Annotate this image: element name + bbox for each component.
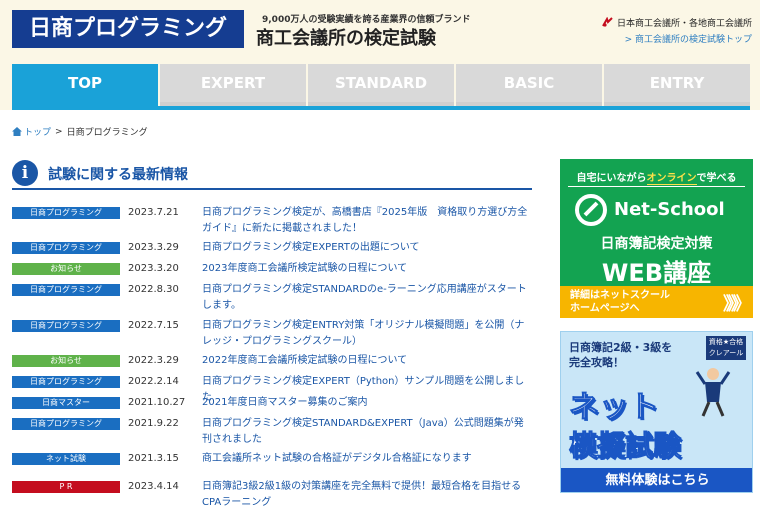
ad2-tag-line2: クレアール — [708, 349, 744, 357]
ad1-headline-pre: 自宅にいながら — [576, 173, 647, 184]
news-title[interactable]: 日商プログラミング検定STANDARD&EXPERT（Java）公式問題集が発刊… — [202, 416, 532, 448]
news-badge: 日商マスター — [12, 397, 120, 409]
pr-badge: P R — [12, 481, 120, 493]
news-section-heading: i 試験に関する最新情報 — [12, 158, 532, 190]
ad2-brand-tag: 資格★合格 クレアール — [706, 336, 746, 360]
exam-top-link[interactable]: > 商工会議所の検定試験トップ — [625, 32, 752, 45]
chevron-right-icon: 》》》 — [723, 294, 751, 315]
ad2-main-text-2: 模擬試験 — [568, 429, 682, 463]
news-date: 2022.7.15 — [128, 320, 179, 331]
news-badge: 日商プログラミング — [12, 320, 120, 332]
news-date: 2022.8.30 — [128, 284, 179, 295]
org-name-label: 日本商工会議所・各地商工会議所 — [616, 19, 752, 29]
breadcrumb: トップ > 日商プログラミング — [12, 125, 148, 138]
news-section-title: 試験に関する最新情報 — [48, 167, 188, 183]
tab-top[interactable]: TOP — [12, 64, 158, 106]
breadcrumb-separator: > — [55, 126, 63, 137]
header-title: 商工会議所の検定試験 — [256, 28, 436, 49]
news-date: 2021.3.15 — [128, 453, 179, 464]
news-date: 2023.4.14 — [128, 481, 179, 492]
tab-expert[interactable]: EXPERT — [160, 64, 306, 106]
news-title[interactable]: 日商プログラミング検定STANDARDのe-ラーニング応用講座がスタートします。 — [202, 282, 532, 314]
ad1-headline-post: で学べる — [696, 173, 737, 184]
ad1-brand: Net-School — [614, 199, 725, 220]
news-title[interactable]: 商工会議所ネット試験の合格証がデジタル合格証になります — [202, 451, 532, 467]
site-header: 日商プログラミング 9,000万人の受験実績を誇る産業界の信頼ブランド 商工会議… — [0, 0, 760, 64]
tab-standard[interactable]: STANDARD — [308, 64, 454, 106]
netschool-ad-banner[interactable]: 自宅にいながらオンラインで学べる Net-School 日商簿記検定対策 WEB… — [560, 159, 753, 318]
ad1-divider — [568, 186, 745, 187]
jumping-person-icon — [695, 368, 731, 417]
news-title[interactable]: 2023年度商工会議所検定試験の日程について — [202, 261, 532, 277]
news-badge: 日商プログラミング — [12, 284, 120, 296]
news-badge: ネット試験 — [12, 453, 120, 465]
site-logo[interactable]: 日商プログラミング — [12, 10, 244, 48]
news-badge: お知らせ — [12, 263, 120, 275]
news-badge: 日商プログラミング — [12, 376, 120, 388]
ad1-cta-text: 詳細はネットスクール ホームページへ — [570, 289, 670, 315]
news-date: 2021.10.27 — [128, 397, 186, 408]
news-date: 2023.3.20 — [128, 263, 179, 274]
tab-entry[interactable]: ENTRY — [604, 64, 750, 106]
netschool-logo-icon — [575, 194, 607, 226]
ad1-cta[interactable]: 詳細はネットスクール ホームページへ 》》》 — [560, 286, 753, 318]
info-icon: i — [12, 160, 38, 186]
ad2-tag-line1: 資格★合格 — [708, 338, 744, 346]
breadcrumb-current: 日商プログラミング — [66, 128, 148, 138]
ad1-main-text: WEB講座 — [601, 259, 712, 287]
news-title[interactable]: 日商プログラミング検定ENTRY対策「オリジナル模擬問題」を公開（ナレッジ・プロ… — [202, 318, 532, 350]
news-badge: 日商プログラミング — [12, 418, 120, 430]
news-title[interactable]: 2022年度商工会議所検定試験の日程について — [202, 353, 532, 369]
ad1-cta-line1: 詳細はネットスクール — [570, 290, 670, 301]
news-date: 2023.3.29 — [128, 242, 179, 253]
news-badge: お知らせ — [12, 355, 120, 367]
ad2-headline-line1: 日商簿記2級・3級を — [569, 341, 673, 354]
ad2-main-text-1: ネット — [569, 390, 660, 426]
ad1-headline: 自宅にいながらオンラインで学べる — [560, 169, 753, 185]
news-date: 2021.9.22 — [128, 418, 179, 429]
ad1-cta-line2: ホームページへ — [570, 303, 640, 314]
news-badge: 日商プログラミング — [12, 207, 120, 219]
ad2-headline-line2: 完全攻略！ — [569, 356, 624, 369]
ad1-headline-highlight: オンライン — [646, 173, 697, 185]
news-title[interactable]: 日商プログラミング検定が、高橋書店『2025年版 資格取り方選び方全ガイド』に新… — [202, 205, 532, 237]
ad2-headline: 日商簿記2級・3級を 完全攻略！ — [569, 340, 672, 370]
news-date: 2022.3.29 — [128, 355, 179, 366]
jcci-logo-icon — [602, 17, 613, 28]
news-title[interactable]: 日商簿記3級2級1級の対策講座を完全無料で提供！最短合格を目指せるCPAラーニン… — [202, 479, 532, 506]
news-date: 2023.7.21 — [128, 207, 179, 218]
breadcrumb-home-label: トップ — [24, 128, 52, 138]
ad1-subtitle: 日商簿記検定対策 — [600, 236, 713, 252]
news-badge: 日商プログラミング — [12, 242, 120, 254]
org-name[interactable]: 日本商工会議所・各地商工会議所 — [602, 16, 752, 29]
mock-exam-ad-banner[interactable]: 日商簿記2級・3級を 完全攻略！ 資格★合格 クレアール ネット 模擬試験 無料… — [560, 331, 753, 493]
nav-underline — [12, 106, 750, 110]
home-icon — [12, 127, 22, 136]
ad2-cta[interactable]: 無料体験はこちら — [561, 468, 752, 492]
main-nav: TOP EXPERT STANDARD BASIC ENTRY — [0, 64, 760, 110]
news-date: 2022.2.14 — [128, 376, 179, 387]
news-title[interactable]: 2021年度日商マスター募集のご案内 — [202, 395, 532, 411]
breadcrumb-home[interactable]: トップ — [12, 125, 51, 138]
nav-tabs: TOP EXPERT STANDARD BASIC ENTRY — [12, 64, 750, 106]
tab-basic[interactable]: BASIC — [456, 64, 602, 106]
news-title[interactable]: 日商プログラミング検定EXPERTの出題について — [202, 240, 532, 256]
